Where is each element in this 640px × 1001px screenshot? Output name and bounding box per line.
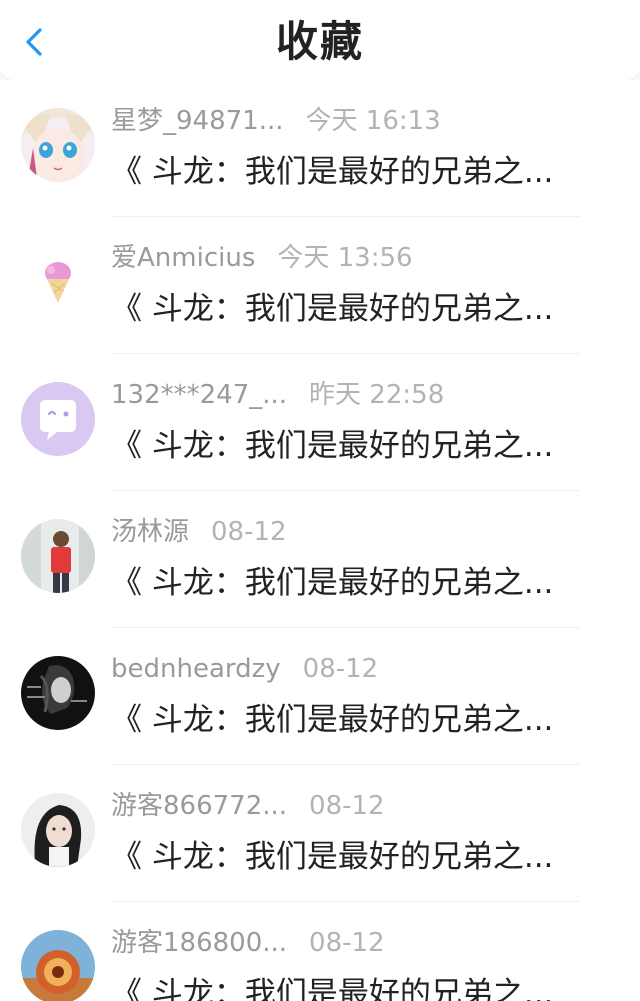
list-item[interactable]: 游客186800... 08-12 《 斗龙：我们是最好的兄弟之... [0, 902, 640, 1001]
user-avatar[interactable] [21, 245, 95, 319]
ornament-avatar-icon [21, 930, 95, 1001]
timestamp: 08-12 [302, 654, 379, 684]
item-title[interactable]: 《 斗龙：我们是最好的兄弟之... [111, 424, 591, 468]
timestamp: 今天 13:56 [277, 243, 413, 273]
list-item[interactable]: 132***247_... 昨天 22:58 《 斗龙：我们是最好的兄弟之... [0, 354, 640, 491]
list-item[interactable]: 游客866772... 08-12 《 斗龙：我们是最好的兄弟之... [0, 765, 640, 902]
item-title[interactable]: 《 斗龙：我们是最好的兄弟之... [111, 150, 591, 194]
item-title[interactable]: 《 斗龙：我们是最好的兄弟之... [111, 698, 591, 742]
item-title[interactable]: 《 斗龙：我们是最好的兄弟之... [111, 835, 591, 879]
username[interactable]: 游客186800... [111, 924, 287, 962]
username[interactable]: 汤林源 [111, 513, 189, 551]
timestamp: 昨天 22:58 [309, 380, 445, 410]
favorites-list: 星梦_94871... 今天 16:13 《 斗龙：我们是最好的兄弟之... 爱A… [0, 80, 640, 1001]
username[interactable]: 爱Anmicius [111, 239, 255, 277]
top-bar: 收藏 [0, 0, 640, 80]
ice-cream-avatar-icon [21, 245, 95, 319]
default-chat-avatar-icon [21, 382, 95, 456]
favorites-page: 收藏 星梦_94871... 今天 16:13 《 斗龙：我们是最好的兄弟之..… [0, 0, 640, 1001]
item-meta: 汤林源 08-12 [111, 513, 287, 551]
timestamp: 08-12 [309, 791, 385, 821]
list-item[interactable]: 爱Anmicius 今天 13:56 《 斗龙：我们是最好的兄弟之... [0, 217, 640, 354]
item-title[interactable]: 《 斗龙：我们是最好的兄弟之... [111, 287, 591, 331]
girl-portrait-avatar-icon [21, 793, 95, 867]
timestamp: 08-12 [309, 928, 385, 958]
page-title: 收藏 [275, 17, 364, 66]
user-avatar[interactable] [21, 108, 95, 182]
username[interactable]: bednheardzy [111, 650, 281, 688]
item-meta: bednheardzy 08-12 [111, 650, 378, 688]
item-meta: 游客186800... 08-12 [111, 924, 385, 962]
user-avatar[interactable] [21, 793, 95, 867]
item-meta: 星梦_94871... 今天 16:13 [111, 102, 441, 140]
username[interactable]: 132***247_... [111, 376, 287, 414]
username[interactable]: 游客866772... [111, 787, 287, 825]
anime-girl-avatar-icon [21, 108, 95, 182]
user-avatar[interactable] [21, 656, 95, 730]
dark-portrait-avatar-icon [21, 656, 95, 730]
user-avatar[interactable] [21, 382, 95, 456]
boy-photo-avatar-icon [21, 519, 95, 593]
timestamp: 今天 16:13 [305, 106, 441, 136]
username[interactable]: 星梦_94871... [111, 102, 284, 140]
list-item[interactable]: 汤林源 08-12 《 斗龙：我们是最好的兄弟之... [0, 491, 640, 628]
item-title[interactable]: 《 斗龙：我们是最好的兄弟之... [111, 561, 591, 605]
user-avatar[interactable] [21, 519, 95, 593]
timestamp: 08-12 [211, 517, 287, 547]
list-item[interactable]: 星梦_94871... 今天 16:13 《 斗龙：我们是最好的兄弟之... [0, 80, 640, 217]
item-title[interactable]: 《 斗龙：我们是最好的兄弟之... [111, 972, 591, 1001]
user-avatar[interactable] [21, 930, 95, 1001]
list-item[interactable]: bednheardzy 08-12 《 斗龙：我们是最好的兄弟之... [0, 628, 640, 765]
item-meta: 132***247_... 昨天 22:58 [111, 376, 444, 414]
item-meta: 游客866772... 08-12 [111, 787, 385, 825]
item-meta: 爱Anmicius 今天 13:56 [111, 239, 413, 277]
